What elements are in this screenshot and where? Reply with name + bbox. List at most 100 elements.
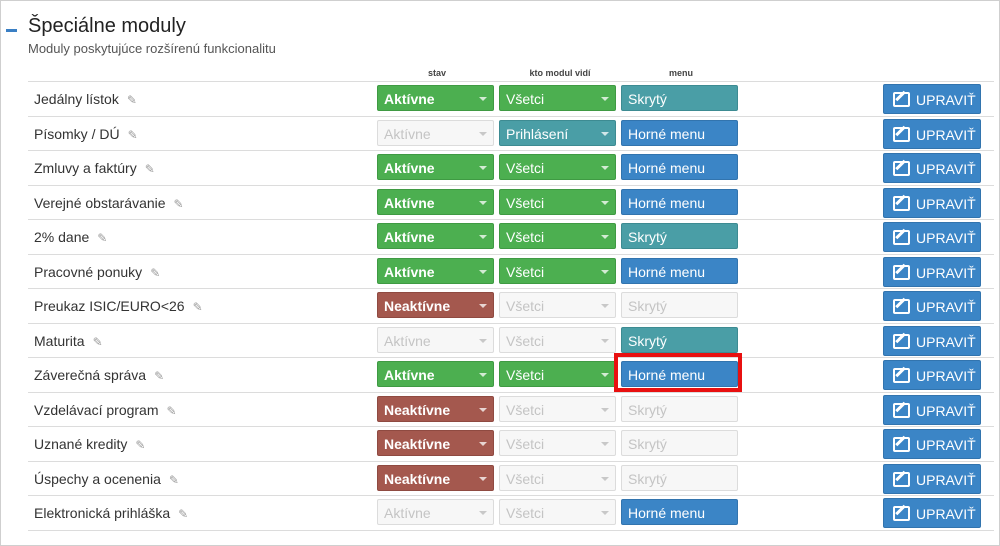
edit-button[interactable]: UPRAVIŤ: [883, 222, 981, 252]
pencil-icon[interactable]: ✎: [193, 300, 203, 314]
menu-select-value: Horné menu: [628, 367, 706, 383]
pencil-icon[interactable]: ✎: [167, 404, 177, 418]
menu-select[interactable]: Horné menu: [621, 119, 738, 146]
module-name-label: Záverečná správa: [34, 367, 147, 383]
stav-select-value: Aktívne: [384, 263, 435, 280]
edit-button-label: UPRAVIŤ: [916, 126, 976, 143]
stav-select[interactable]: Neaktívne: [377, 464, 494, 491]
stav-select-value: Neaktívne: [384, 470, 451, 487]
pencil-icon[interactable]: ✎: [145, 162, 155, 176]
menu-select[interactable]: Skrytý: [621, 326, 738, 353]
edit-icon: [893, 230, 910, 245]
visibility-select-value: Všetci: [506, 367, 545, 383]
caret-down-icon: [479, 511, 487, 515]
module-name: Maturita ✎: [34, 333, 103, 349]
visibility-select[interactable]: Všetci: [499, 154, 616, 180]
pencil-icon[interactable]: ✎: [128, 128, 138, 142]
stav-select[interactable]: Aktívne: [377, 223, 494, 249]
menu-select-value: Skrytý: [628, 436, 667, 452]
menu-select[interactable]: Horné menu: [621, 257, 738, 284]
visibility-select[interactable]: Všetci: [499, 188, 616, 215]
module-name-label: Písomky / DÚ: [34, 125, 120, 142]
menu-select[interactable]: Horné menu: [621, 154, 738, 180]
caret-down-icon: [479, 373, 487, 377]
menu-select-value: Horné menu: [628, 160, 706, 176]
visibility-select[interactable]: Všetci: [499, 223, 616, 249]
edit-button-label: UPRAVIŤ: [916, 264, 976, 281]
stav-select-value: Aktívne: [384, 332, 431, 349]
edit-button[interactable]: UPRAVIŤ: [883, 360, 981, 390]
stav-select[interactable]: Neaktívne: [377, 430, 494, 456]
edit-button[interactable]: UPRAVIŤ: [883, 84, 981, 114]
caret-down-icon: [479, 304, 487, 308]
edit-button[interactable]: UPRAVIŤ: [883, 498, 981, 528]
stav-select-value: Aktívne: [384, 91, 435, 107]
menu-select[interactable]: Horné menu: [621, 188, 738, 215]
visibility-select[interactable]: Všetci: [499, 361, 616, 387]
pencil-icon[interactable]: ✎: [135, 438, 145, 452]
caret-down-icon: [479, 235, 487, 239]
column-header-menu: menu: [668, 68, 693, 78]
stav-select-value: Aktívne: [384, 160, 435, 176]
menu-select-value: Skrytý: [628, 298, 667, 314]
visibility-select-value: Všetci: [506, 160, 545, 176]
stav-select[interactable]: Aktívne: [377, 85, 494, 111]
edit-button[interactable]: UPRAVIŤ: [883, 291, 981, 321]
edit-button[interactable]: UPRAVIŤ: [883, 187, 981, 218]
menu-select[interactable]: Skrytý: [621, 223, 738, 249]
pencil-icon[interactable]: ✎: [178, 507, 188, 521]
table-row: Verejné obstarávanie ✎ Aktívne Všetci Horné …: [28, 186, 994, 220]
caret-down-icon: [479, 407, 487, 412]
stav-select: Aktívne: [377, 326, 494, 353]
menu-select[interactable]: Horné menu: [621, 361, 738, 387]
edit-button[interactable]: UPRAVIŤ: [883, 429, 981, 459]
module-name-label: Vzdelávací program: [34, 401, 159, 418]
module-table: Jedálny lístok ✎ Aktívne Všetci Skrytý UPRAVI…: [28, 81, 994, 531]
table-row: Uznané kredity ✎ Neaktívne Všetci Skrytý UPRA…: [28, 427, 994, 462]
menu-select: Skrytý: [621, 292, 738, 318]
edit-button[interactable]: UPRAVIŤ: [883, 256, 981, 287]
visibility-select-value: Všetci: [506, 436, 545, 452]
caret-down-icon: [601, 97, 609, 101]
pencil-icon[interactable]: ✎: [154, 369, 164, 383]
visibility-select-value: Všetci: [506, 263, 545, 280]
visibility-select: Všetci: [499, 464, 616, 491]
menu-select-value: Skrytý: [628, 229, 667, 245]
table-row: Maturita ✎ Aktívne Všetci Skrytý UPRAVIŤ: [28, 324, 994, 358]
module-name: Zmluvy a faktúry ✎: [34, 160, 155, 176]
edit-button-label: UPRAVIŤ: [916, 506, 976, 522]
caret-down-icon: [479, 269, 487, 274]
stav-select[interactable]: Aktívne: [377, 188, 494, 215]
edit-button[interactable]: UPRAVIŤ: [883, 463, 981, 494]
stav-select[interactable]: Aktívne: [377, 361, 494, 387]
stav-select[interactable]: Neaktívne: [377, 395, 494, 422]
caret-down-icon: [479, 476, 487, 481]
stav-select[interactable]: Aktívne: [377, 154, 494, 180]
module-name: Písomky / DÚ ✎: [34, 126, 138, 142]
stav-select[interactable]: Neaktívne: [377, 292, 494, 318]
menu-select-value: Horné menu: [628, 505, 706, 521]
visibility-select-value: Všetci: [506, 505, 545, 521]
pencil-icon[interactable]: ✎: [174, 197, 184, 211]
pencil-icon[interactable]: ✎: [97, 231, 107, 245]
edit-button[interactable]: UPRAVIŤ: [883, 325, 981, 356]
visibility-select: Všetci: [499, 499, 616, 525]
collapse-minus-icon[interactable]: [6, 29, 17, 32]
edit-button[interactable]: UPRAVIŤ: [883, 118, 981, 149]
menu-select: Skrytý: [621, 395, 738, 422]
edit-icon: [893, 264, 910, 280]
visibility-select[interactable]: Všetci: [499, 257, 616, 284]
pencil-icon[interactable]: ✎: [127, 93, 137, 107]
visibility-select-value: Všetci: [506, 401, 545, 418]
pencil-icon[interactable]: ✎: [169, 473, 179, 487]
stav-select[interactable]: Aktívne: [377, 257, 494, 284]
column-header-stav: stav: [427, 68, 446, 78]
pencil-icon[interactable]: ✎: [150, 266, 160, 280]
visibility-select[interactable]: Všetci: [499, 85, 616, 111]
visibility-select[interactable]: Prihlásení: [499, 119, 616, 146]
pencil-icon[interactable]: ✎: [93, 335, 103, 349]
edit-button[interactable]: UPRAVIŤ: [883, 394, 981, 425]
menu-select[interactable]: Horné menu: [621, 499, 738, 525]
menu-select[interactable]: Skrytý: [621, 85, 738, 111]
edit-button[interactable]: UPRAVIŤ: [883, 153, 981, 183]
